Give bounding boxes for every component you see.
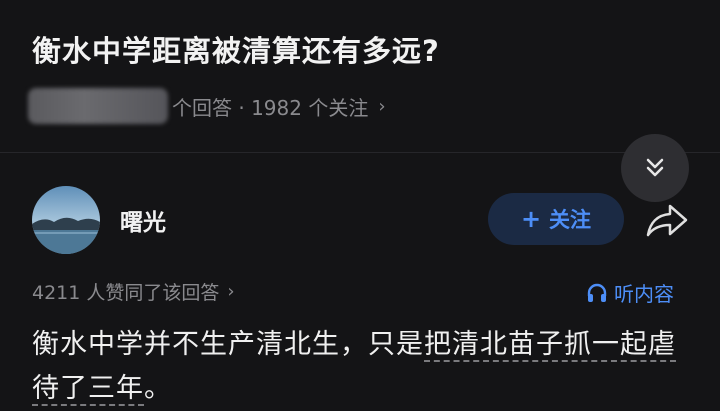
answer-text-plain: 衡水中学并不生产清北生，只是 <box>32 329 424 360</box>
avatar[interactable] <box>32 186 100 254</box>
chevron-right-icon: › <box>227 281 235 302</box>
divider <box>0 152 720 153</box>
votes-row[interactable]: 4211 人赞同了该回答 › <box>32 278 235 305</box>
headphones-icon <box>587 283 607 302</box>
answer-text-end: 。 <box>144 373 172 404</box>
answers-follows-count: 个回答 · 1982 个关注 <box>172 95 369 120</box>
author-name[interactable]: 曙光 <box>120 203 166 237</box>
question-title: 衡水中学距离被清算还有多远? <box>32 34 440 68</box>
blurred-answer-count <box>28 88 168 124</box>
question-meta[interactable]: 个回答 · 1982 个关注 › <box>28 88 386 124</box>
chevron-right-icon: › <box>378 95 386 117</box>
answer-body[interactable]: 衡水中学并不生产清北生，只是把清北苗子抓一起虐待了三年。 <box>32 323 698 411</box>
follow-button[interactable]: + 关注 <box>488 193 624 245</box>
listen-button[interactable]: 听内容 <box>586 278 674 307</box>
vote-count: 4211 人赞同了该回答 <box>32 282 220 304</box>
listen-label: 听内容 <box>614 282 674 306</box>
follow-label: 关注 <box>549 208 592 232</box>
double-chevron-down-icon <box>646 158 664 177</box>
collapse-button[interactable] <box>621 134 689 202</box>
share-arrow-icon[interactable] <box>644 200 690 240</box>
plus-icon: + <box>520 205 542 233</box>
